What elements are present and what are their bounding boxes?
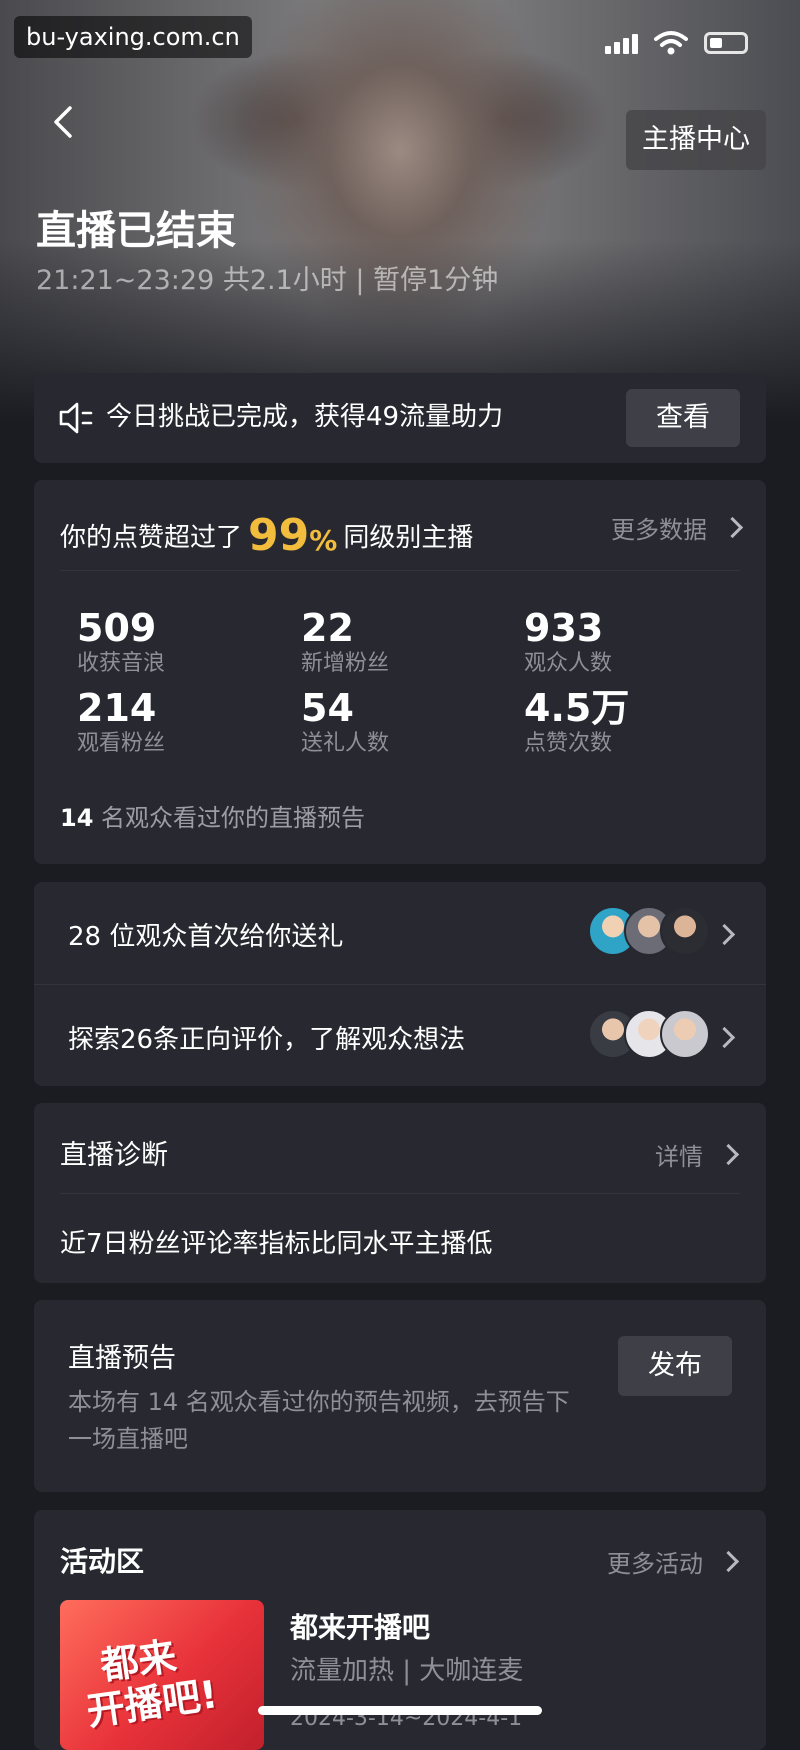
divider [60,1193,740,1194]
activity-title: 活动区 [60,1545,145,1578]
activity-item-tags: 流量加热 | 大咖连麦 [290,1656,524,1686]
avatar [660,1009,710,1059]
avatar [660,906,710,956]
audience-card: 28 位观众首次给你送礼 探索26条正向评价，了解观众想法 [34,882,766,1086]
back-arrow-icon[interactable] [44,102,84,142]
diagnosis-title: 直播诊断 [60,1140,168,1171]
anchor-center-button[interactable]: 主播中心 [626,110,766,170]
stats-header: 你的点赞超过了 99% 同级别主播 更多数据 [60,480,744,571]
preview-title: 直播预告 [68,1343,176,1374]
stream-duration: 21:21~23:29 共2.1小时 | 暂停1分钟 [36,265,499,296]
stream-preview-card: 直播预告 本场有 14 名观众看过你的预告视频，去预告下一场直播吧 发布 [34,1300,766,1492]
metric-sound-waves: 509 收获音浪 [77,606,166,676]
view-button[interactable]: 查看 [626,389,740,447]
first-gift-text: 28 位观众首次给你送礼 [68,922,344,952]
watermark: bu-yaxing.com.cn [14,16,252,58]
diagnosis-card: 直播诊断 详情 近7日粉丝评论率指标比同水平主播低 [34,1103,766,1283]
likes-comparison: 你的点赞超过了 99% 同级别主播 [60,506,474,561]
reviews-row[interactable]: 探索26条正向评价，了解观众想法 [34,984,766,1087]
status-bar [605,30,748,56]
home-indicator[interactable] [258,1706,542,1715]
chevron-right-icon [713,923,736,946]
reviews-text: 探索26条正向评价，了解观众想法 [68,1025,466,1055]
activity-poster[interactable]: 都来 开播吧! [60,1600,264,1750]
activity-item-title[interactable]: 都来开播吧 [290,1606,430,1646]
first-gift-row[interactable]: 28 位观众首次给你送礼 [34,882,766,984]
more-activities-link[interactable]: 更多活动 [607,1544,740,1579]
chevron-right-icon [713,1026,736,1049]
chevron-right-icon [717,1550,740,1573]
more-data-link[interactable]: 更多数据 [611,510,744,545]
preview-description: 本场有 14 名观众看过你的预告视频，去预告下一场直播吧 [68,1388,570,1453]
likes-lead-text: 你的点赞超过了 [60,523,243,553]
signal-icon [605,32,638,54]
publish-button[interactable]: 发布 [618,1336,732,1396]
chevron-right-icon [717,1143,740,1166]
stats-card: 你的点赞超过了 99% 同级别主播 更多数据 509 收获音浪 22 新增粉丝 … [34,480,766,864]
metric-viewers: 933 观众人数 [524,606,613,676]
likes-percent: 99% [248,510,338,561]
gifter-avatars [588,906,710,956]
wifi-icon [654,31,688,55]
page-title: 直播已结束 [36,208,236,254]
reviewer-avatars [588,1009,710,1059]
battery-icon [704,32,748,54]
challenge-card: 今日挑战已完成，获得49流量助力 查看 [34,373,766,463]
metric-new-fans: 22 新增粉丝 [301,606,390,676]
metric-likes: 4.5万 点赞次数 [524,686,630,756]
chevron-right-icon [721,516,744,539]
likes-trail-text: 同级别主播 [343,523,474,553]
metric-watching-fans: 214 观看粉丝 [77,686,166,756]
challenge-text: 今日挑战已完成，获得49流量助力 [106,402,504,432]
metric-gifters: 54 送礼人数 [301,686,390,756]
diagnosis-text: 近7日粉丝评论率指标比同水平主播低 [60,1229,493,1259]
preview-viewers-note: 14 名观众看过你的直播预告 [60,804,366,832]
speaker-icon [59,402,93,434]
diagnosis-details-link[interactable]: 详情 [655,1137,740,1172]
